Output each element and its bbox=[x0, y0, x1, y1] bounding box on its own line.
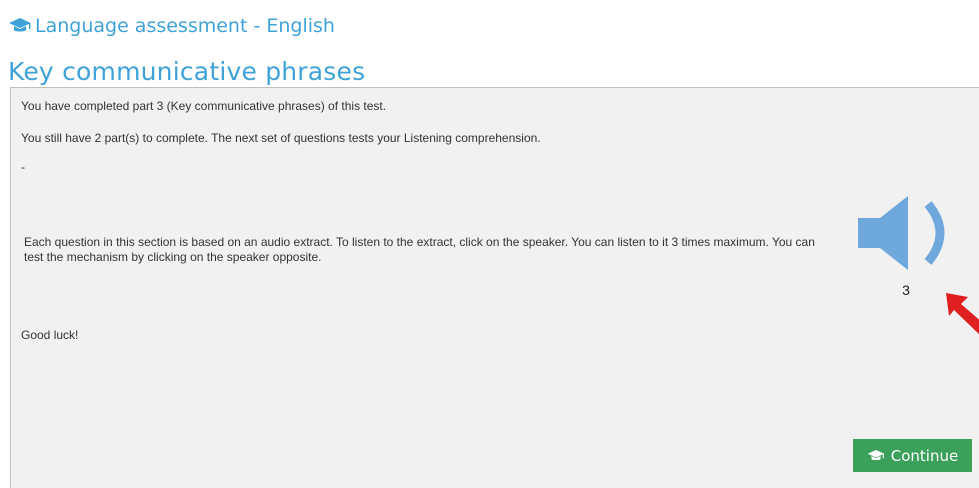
plays-remaining-count: 3 bbox=[902, 282, 910, 298]
continue-button[interactable]: Continue bbox=[853, 439, 972, 472]
speaker-icon[interactable] bbox=[856, 192, 964, 274]
continue-button-label: Continue bbox=[890, 446, 959, 465]
red-arrow-icon bbox=[946, 293, 979, 337]
app-title: Language assessment - English bbox=[35, 15, 335, 37]
completed-message: You have completed part 3 (Key communica… bbox=[21, 99, 387, 113]
graduation-cap-icon bbox=[867, 449, 885, 463]
section-title: Key communicative phrases bbox=[8, 57, 366, 86]
audio-instructions: Each question in this section is based o… bbox=[24, 235, 815, 264]
separator-dash: - bbox=[21, 160, 25, 174]
content-panel: You have completed part 3 (Key communica… bbox=[10, 87, 979, 488]
graduation-cap-icon bbox=[8, 17, 32, 35]
remaining-message: You still have 2 part(s) to complete. Th… bbox=[21, 131, 541, 145]
good-luck-message: Good luck! bbox=[21, 328, 79, 342]
app-header: Language assessment - English bbox=[8, 13, 335, 39]
